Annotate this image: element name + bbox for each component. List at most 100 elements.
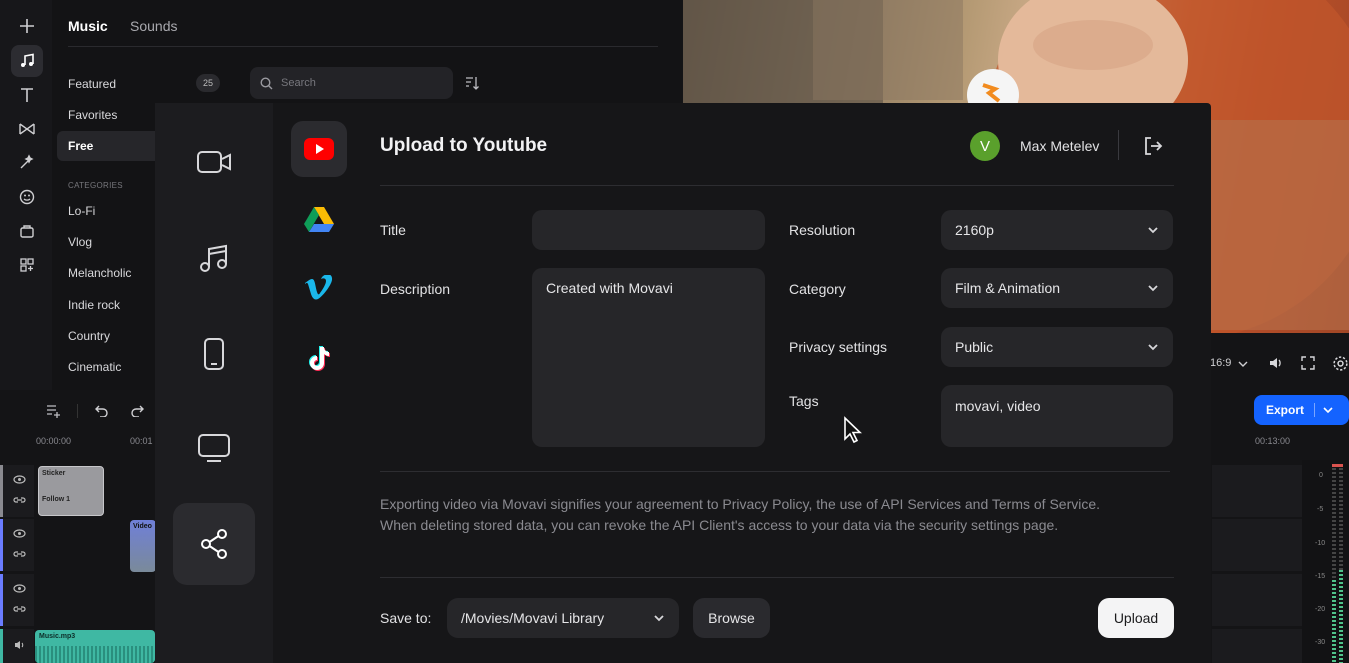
browse-button[interactable]: Browse [693, 598, 770, 638]
effects-tool-button[interactable] [11, 146, 43, 178]
tiktok-service-button[interactable] [291, 331, 347, 387]
music-clip-title: Music.mp3 [39, 633, 76, 640]
volume-button[interactable] [1268, 355, 1284, 371]
google-drive-service-button[interactable] [291, 191, 347, 247]
cursor-icon [844, 416, 862, 444]
mobile-icon [204, 338, 224, 370]
player-controls: 16:9 [1210, 333, 1349, 393]
volume-icon[interactable] [14, 640, 26, 650]
link-icon[interactable] [13, 495, 26, 505]
monitor-icon [198, 434, 230, 462]
export-audio-button[interactable] [173, 217, 255, 299]
emoji-icon [19, 189, 35, 205]
transitions-tool-button[interactable] [11, 113, 43, 145]
share-icon [201, 529, 227, 559]
library-item-favorites[interactable]: Favorites [68, 108, 117, 122]
meter-label: -5 [1317, 506, 1324, 513]
privacy-select[interactable]: Public [941, 327, 1173, 367]
link-icon[interactable] [13, 549, 26, 559]
category-label: Category [789, 281, 846, 297]
library-item-free[interactable]: Free [57, 131, 167, 161]
sticker-clip-subtitle: Follow 1 [42, 496, 70, 503]
sticker-clip-title: Sticker [42, 470, 66, 477]
tool-rail [0, 0, 52, 390]
meter-peak [1332, 464, 1343, 467]
chevron-down-icon [1148, 227, 1158, 234]
redo-icon [131, 405, 144, 417]
settings-button[interactable] [1332, 355, 1349, 372]
aspect-ratio-select[interactable]: 16:9 [1210, 357, 1231, 369]
description-label: Description [380, 281, 451, 297]
store-tool-button[interactable] [11, 215, 43, 247]
eye-icon[interactable] [13, 475, 26, 484]
resolution-label: Resolution [789, 222, 856, 238]
more-tools-button[interactable] [11, 249, 43, 281]
video-clip-title: Video [133, 523, 152, 530]
track-lane [1212, 519, 1302, 571]
tags-label: Tags [789, 393, 819, 409]
tags-field[interactable]: movavi, video [941, 385, 1173, 447]
description-field[interactable]: Created with Movavi [532, 268, 765, 447]
tiktok-icon [309, 346, 330, 371]
redo-button[interactable] [130, 404, 145, 417]
stickers-tool-button[interactable] [11, 181, 43, 213]
apps-icon [20, 258, 34, 272]
tab-sounds[interactable]: Sounds [130, 18, 177, 34]
export-tv-button[interactable] [173, 407, 255, 489]
meter-level-left [1332, 580, 1336, 663]
chevron-down-icon [1148, 285, 1158, 292]
logout-button[interactable] [1143, 136, 1163, 156]
legal-notice-line-1: Exporting video via Movavi signifies you… [380, 496, 1101, 512]
fullscreen-button[interactable] [1300, 355, 1316, 371]
export-label: Export [1266, 403, 1305, 417]
resolution-select[interactable]: 2160p [941, 210, 1173, 250]
category-lofi[interactable]: Lo-Fi [68, 204, 95, 218]
google-drive-icon [304, 207, 334, 232]
library-item-featured[interactable]: Featured [68, 77, 116, 91]
category-cinematic[interactable]: Cinematic [68, 360, 121, 374]
tab-music[interactable]: Music [68, 18, 108, 34]
export-button[interactable]: Export [1254, 395, 1349, 425]
search-input[interactable]: Search [250, 67, 453, 99]
add-media-button[interactable] [11, 10, 43, 42]
track-lane [1212, 574, 1302, 626]
category-melancholic[interactable]: Melancholic [68, 266, 131, 280]
undo-icon [95, 405, 108, 417]
export-video-file-button[interactable] [173, 121, 255, 203]
category-indie-rock[interactable]: Indie rock [68, 298, 120, 312]
text-tool-button[interactable] [11, 79, 43, 111]
privacy-value: Public [955, 339, 994, 355]
meter-label: -15 [1315, 573, 1326, 580]
category-country[interactable]: Country [68, 329, 110, 343]
upload-button[interactable]: Upload [1098, 598, 1174, 638]
chevron-down-icon [1238, 361, 1248, 367]
timecode-start: 00:00:00 [36, 436, 72, 446]
music-icon [200, 244, 227, 272]
category-vlog[interactable]: Vlog [68, 235, 92, 249]
sort-button[interactable] [464, 75, 480, 91]
vimeo-service-button[interactable] [291, 260, 347, 316]
add-track-button[interactable] [46, 404, 61, 418]
eye-icon[interactable] [13, 529, 26, 538]
divider [380, 185, 1174, 186]
export-mobile-button[interactable] [173, 313, 255, 395]
export-share-online-button[interactable] [173, 503, 255, 585]
title-field[interactable] [532, 210, 765, 250]
upload-dialog: Upload to Youtube V Max Metelev Title De… [155, 103, 1211, 663]
settings-icon [1333, 356, 1348, 371]
chevron-down-icon[interactable] [1323, 406, 1333, 414]
video-clip[interactable]: Video [130, 520, 156, 572]
youtube-service-button[interactable] [291, 121, 347, 177]
save-to-label: Save to: [380, 610, 432, 626]
volume-icon [1270, 358, 1281, 368]
save-path-select[interactable]: /Movies/Movavi Library [447, 598, 679, 638]
eye-icon[interactable] [13, 584, 26, 593]
music-clip[interactable]: Music.mp3 [35, 630, 155, 663]
category-select[interactable]: Film & Animation [941, 268, 1173, 308]
divider [380, 577, 1174, 578]
link-icon[interactable] [13, 604, 26, 614]
featured-count-badge: 25 [196, 74, 220, 92]
sticker-clip[interactable]: Sticker Follow 1 [38, 466, 104, 516]
music-tool-button[interactable] [11, 45, 43, 77]
undo-button[interactable] [94, 404, 109, 417]
